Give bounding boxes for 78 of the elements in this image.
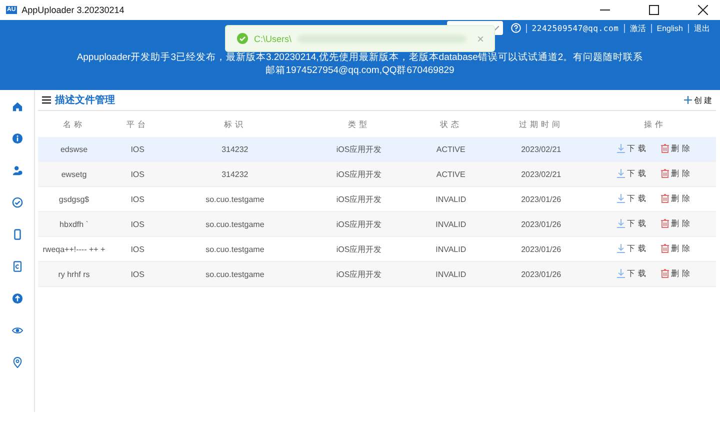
trash-icon (661, 219, 670, 228)
upload-icon[interactable] (12, 293, 22, 304)
header-link[interactable]: 激活 (630, 22, 646, 34)
phone-icon[interactable] (12, 229, 22, 240)
trash-icon (661, 169, 670, 178)
plus-icon (684, 96, 692, 104)
table-cell: 314232 (165, 162, 305, 186)
table-row[interactable]: hbxdfh ` IOS so.cuo.testgame iOS应用开发 INVALID 2023/01/26 下载 删除 (38, 212, 716, 236)
download-icon (616, 144, 625, 153)
table-cell: ACTIVE (413, 162, 488, 186)
table-cell: so.cuo.testgame (165, 262, 305, 286)
info-icon[interactable] (12, 133, 22, 144)
table-row[interactable]: ewsetg IOS 314232 iOS应用开发 ACTIVE 2023/02/21 下载 删除 (38, 162, 716, 186)
table-cell: ewsetg (38, 162, 110, 186)
table-row[interactable]: edswse IOS 314232 iOS应用开发 ACTIVE 2023/02/21 下载 删除 (38, 137, 716, 162)
delete-button[interactable]: 删除 (661, 143, 694, 154)
download-button[interactable]: 下载 (616, 143, 649, 154)
table-cell: 2023/01/26 (488, 212, 594, 236)
column-header: 名称 (38, 111, 110, 137)
eye-icon[interactable] (12, 325, 22, 336)
delete-button[interactable]: 删除 (661, 243, 694, 254)
download-button[interactable]: 下载 (616, 268, 649, 279)
column-header: 平台 (110, 111, 166, 137)
column-header: 标识 (165, 111, 305, 137)
table-row[interactable]: ry hrhf rs IOS so.cuo.testgame iOS应用开发 INVALID 2023/01/26 下载 删除 (38, 262, 716, 286)
check-icon[interactable] (12, 197, 22, 208)
table-cell: 2023/02/21 (488, 162, 594, 186)
delete-button[interactable]: 删除 (661, 268, 694, 279)
delete-button[interactable]: 删除 (661, 168, 694, 179)
table-cell: IOS (110, 162, 166, 186)
download-icon (616, 219, 625, 228)
download-icon (616, 194, 625, 203)
delete-button[interactable]: 删除 (661, 193, 694, 204)
doc-icon[interactable] (12, 261, 22, 272)
download-button[interactable]: 下载 (616, 218, 649, 229)
download-button[interactable]: 下载 (616, 168, 649, 179)
table-cell: 2023/01/26 (488, 262, 594, 286)
window-title: AppUploader 3.20230214 (22, 5, 124, 15)
home-icon[interactable] (12, 101, 22, 112)
close-icon[interactable] (698, 5, 708, 15)
maximize-icon[interactable] (649, 5, 659, 15)
column-header: 状态 (413, 111, 488, 137)
table-cell: so.cuo.testgame (165, 212, 305, 236)
menu-icon[interactable] (42, 96, 51, 104)
user-email: 2242509547@qq.com (532, 24, 619, 32)
trash-icon (661, 269, 670, 278)
page-title: 描述文件管理 (55, 94, 115, 107)
column-header: 类型 (304, 111, 414, 137)
toast-text: C:\Users\ (254, 34, 292, 44)
header-link[interactable]: 退出 (694, 22, 710, 34)
table-cell: iOS应用开发 (304, 212, 414, 236)
delete-button[interactable]: 删除 (661, 218, 694, 229)
user-icon[interactable] (12, 165, 22, 176)
table-cell: INVALID (413, 212, 488, 236)
table-cell: iOS应用开发 (304, 162, 414, 186)
column-header: 过期时间 (488, 111, 594, 137)
table-cell: iOS应用开发 (304, 262, 414, 286)
download-icon (616, 169, 625, 178)
table-cell: hbxdfh ` (38, 212, 110, 236)
column-header: 操作 (594, 111, 716, 137)
notice-text: Appuploader开发助手3已经发布，最新版本3.20230214,优先使用最新版本，老版本database错误可以试试通道2。有问题随时联系 (76, 51, 644, 64)
download-icon (616, 244, 625, 253)
success-icon (237, 33, 248, 44)
header-link[interactable]: English (656, 24, 683, 32)
notice-text: 邮箱1974527954@qq.com,QQ群670469829 (264, 64, 456, 77)
help-icon[interactable] (510, 23, 521, 33)
trash-icon (661, 244, 670, 253)
pin-icon[interactable] (12, 357, 22, 368)
table-cell: IOS (110, 212, 166, 236)
trash-icon (661, 194, 670, 203)
download-button[interactable]: 下载 (616, 193, 649, 204)
table-cell: INVALID (413, 262, 488, 286)
download-icon (616, 269, 625, 278)
trash-icon (661, 144, 670, 153)
download-button[interactable]: 下载 (616, 243, 649, 254)
table-cell: IOS (110, 262, 166, 286)
table-cell: ry hrhf rs (38, 262, 110, 286)
create-button[interactable]: 创建 (684, 94, 714, 106)
